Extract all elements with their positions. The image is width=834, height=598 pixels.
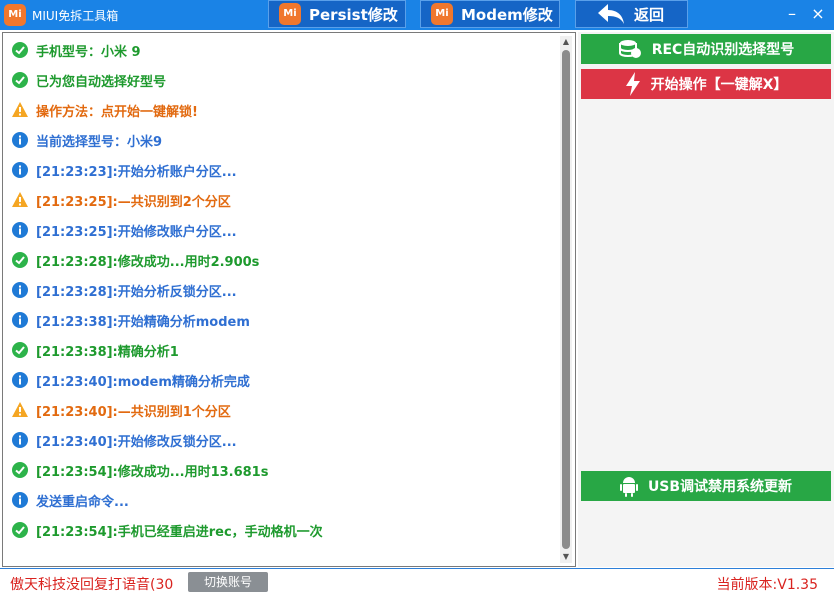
start-operation-button[interactable]: 开始操作【一键解X】 — [581, 69, 831, 99]
app-logo-icon: Mi — [4, 4, 26, 26]
scroll-down-icon[interactable]: ▼ — [560, 551, 572, 563]
app-title: MIUI免拆工具箱 — [32, 9, 119, 23]
mi-logo-icon: Mi — [431, 3, 453, 25]
log-line-text: [21:23:25]:—共识别到2个分区 — [36, 194, 231, 210]
log-line-text: [21:23:40]:modem精确分析完成 — [36, 374, 250, 390]
info-icon — [11, 221, 29, 239]
check-circle-icon — [11, 341, 29, 359]
minimize-button[interactable]: – — [782, 4, 802, 23]
log-line: 手机型号：小米 9 — [11, 40, 141, 60]
log-line: [21:23:40]:modem精确分析完成 — [11, 370, 250, 390]
version-label: 当前版本:V1.35 — [716, 577, 818, 593]
log-line: [21:23:38]:精确分析1 — [11, 340, 179, 360]
log-line: [21:23:23]:开始分析账户分区... — [11, 160, 237, 180]
usb-disable-update-button[interactable]: USB调试禁用系统更新 — [581, 471, 831, 501]
vertical-scrollbar[interactable]: ▲ ▼ — [560, 36, 572, 563]
warning-icon — [11, 401, 29, 419]
info-icon — [11, 131, 29, 149]
info-icon — [11, 311, 29, 329]
log-line: 发送重启命令... — [11, 490, 129, 510]
warning-icon — [11, 191, 29, 209]
log-line-text: 发送重启命令... — [36, 494, 129, 510]
log-panel: 手机型号：小米 9 已为您自动选择好型号操作方法：点开始一键解锁! 当前选择型号：小… — [2, 32, 576, 567]
status-bar: 傲天科技没回复打语音(30 切换账号 当前版本:V1.35 — [0, 568, 834, 598]
log-line: 当前选择型号：小米9 — [11, 130, 162, 150]
log-line: 操作方法：点开始一键解锁! — [11, 100, 198, 120]
title-bar: Mi MIUI免拆工具箱 Mi Persist修改 Mi Modem修改 返回 … — [0, 0, 834, 30]
log-line-text: 已为您自动选择好型号 — [36, 74, 167, 90]
action-sidebar: REC自动识别选择型号 开始操作【一键解X】 USB调试禁用系统更新 — [578, 32, 834, 567]
log-line: [21:23:25]:开始修改账户分区... — [11, 220, 237, 240]
switch-account-button[interactable]: 切换账号 — [188, 572, 268, 592]
back-button[interactable]: 返回 — [575, 0, 688, 28]
info-icon — [11, 491, 29, 509]
log-line: [21:23:54]:修改成功...用时13.681s — [11, 460, 268, 480]
start-operation-label: 开始操作【一键解X】 — [650, 77, 788, 93]
tab-modem-label: Modem修改 — [461, 5, 553, 24]
log-line-text: 当前选择型号：小米9 — [36, 134, 163, 150]
info-icon — [11, 281, 29, 299]
check-circle-icon — [11, 461, 29, 479]
check-circle-icon — [11, 41, 29, 59]
log-line: [21:23:54]:手机已经重启进rec，手动格机一次 — [11, 520, 323, 540]
database-icon — [618, 40, 641, 58]
close-button[interactable]: × — [808, 4, 828, 23]
log-line: [21:23:28]:修改成功...用时2.900s — [11, 250, 259, 270]
log-line-text: [21:23:38]:精确分析1 — [36, 344, 179, 360]
back-arrow-icon — [598, 4, 624, 24]
check-circle-icon — [11, 251, 29, 269]
info-icon — [11, 371, 29, 389]
log-line: 已为您自动选择好型号 — [11, 70, 166, 90]
info-icon — [11, 161, 29, 179]
log-line-text: [21:23:28]:修改成功...用时2.900s — [36, 254, 260, 270]
log-line-text: [21:23:40]:开始修改反锁分区... — [36, 434, 237, 450]
status-message: 傲天科技没回复打语音(30 — [10, 577, 174, 593]
info-icon — [11, 431, 29, 449]
log-line-text: [21:23:54]:手机已经重启进rec，手动格机一次 — [36, 524, 323, 540]
rec-auto-detect-button[interactable]: REC自动识别选择型号 — [581, 34, 831, 64]
warning-icon — [11, 101, 29, 119]
scroll-up-icon[interactable]: ▲ — [560, 36, 572, 48]
mi-logo-icon: Mi — [279, 3, 301, 25]
log-line-text: [21:23:40]:—共识别到1个分区 — [36, 404, 231, 420]
log-line-text: [21:23:54]:修改成功...用时13.681s — [36, 464, 269, 480]
scrollbar-thumb[interactable] — [562, 50, 570, 549]
rec-auto-detect-label: REC自动识别选择型号 — [651, 42, 795, 58]
check-circle-icon — [11, 521, 29, 539]
tab-modem[interactable]: Mi Modem修改 — [420, 0, 560, 28]
log-line-text: 操作方法：点开始一键解锁! — [36, 104, 198, 120]
back-button-label: 返回 — [634, 5, 665, 24]
log-line-text: [21:23:28]:开始分析反锁分区... — [36, 284, 237, 300]
log-line: [21:23:25]:—共识别到2个分区 — [11, 190, 231, 210]
tab-persist-label: Persist修改 — [309, 5, 398, 24]
log-line-text: [21:23:23]:开始分析账户分区... — [36, 164, 237, 180]
lightning-icon — [625, 72, 640, 96]
log-line: [21:23:28]:开始分析反锁分区... — [11, 280, 237, 300]
android-icon — [619, 477, 638, 497]
log-line: [21:23:40]:—共识别到1个分区 — [11, 400, 231, 420]
log-line: [21:23:40]:开始修改反锁分区... — [11, 430, 237, 450]
check-circle-icon — [11, 71, 29, 89]
log-line-text: [21:23:38]:开始精确分析modem — [36, 314, 250, 330]
log-line-text: 手机型号：小米 9 — [36, 44, 141, 60]
tab-persist[interactable]: Mi Persist修改 — [268, 0, 406, 28]
usb-disable-update-label: USB调试禁用系统更新 — [647, 479, 793, 495]
log-line: [21:23:38]:开始精确分析modem — [11, 310, 250, 330]
log-line-text: [21:23:25]:开始修改账户分区... — [36, 224, 237, 240]
